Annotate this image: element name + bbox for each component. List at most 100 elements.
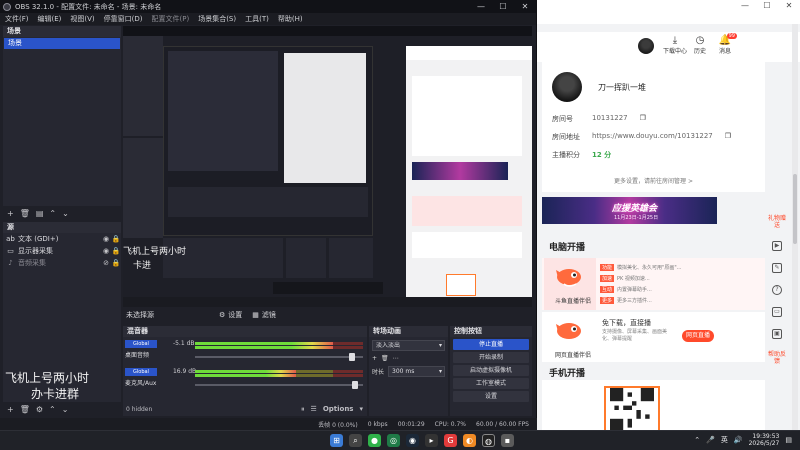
- help-icon[interactable]: ?: [772, 285, 782, 295]
- web-broadcast-button[interactable]: 网页直播: [682, 330, 714, 342]
- remove-transition-icon[interactable]: 🗑: [381, 355, 389, 362]
- add-source-icon[interactable]: +: [7, 405, 14, 414]
- play-icon[interactable]: ▶: [772, 241, 782, 251]
- volume-slider-knob[interactable]: [352, 381, 359, 389]
- chat-icon[interactable]: ▭: [772, 307, 782, 317]
- wechat-icon[interactable]: ●: [368, 434, 381, 447]
- obs-window-title: OBS 32.1.0 - 配置文件: 未命名 - 场景: 未命名: [15, 2, 162, 11]
- minimize-icon[interactable]: —: [470, 2, 492, 11]
- menu-edit[interactable]: 编辑(E): [38, 14, 62, 24]
- game-icon[interactable]: G: [444, 434, 457, 447]
- source-item-text[interactable]: ab 文本 (GDI+) ◉ 🔒: [3, 233, 121, 245]
- eye-icon[interactable]: ◉: [101, 235, 111, 243]
- web-app-title: 免下载，直接播: [602, 319, 651, 327]
- obs-taskbar-icon[interactable]: ◍: [482, 434, 495, 447]
- gift-promo[interactable]: 礼物赠送: [767, 215, 787, 229]
- steam-icon[interactable]: ◉: [406, 434, 419, 447]
- xbox-icon[interactable]: ◎: [387, 434, 400, 447]
- duration-input[interactable]: 300 ms: [388, 366, 445, 377]
- settings-button[interactable]: 设置: [453, 391, 529, 402]
- scene-item[interactable]: 场景: [4, 38, 120, 49]
- transition-select[interactable]: 淡入淡出: [372, 340, 445, 351]
- source-item-audio[interactable]: ♪ 音频采集 ⊘ 🔒: [3, 257, 121, 269]
- add-transition-icon[interactable]: +: [372, 355, 377, 362]
- nested-browser-2: [284, 53, 366, 183]
- remove-source-icon[interactable]: 🗑: [20, 405, 30, 414]
- pause-icon[interactable]: ⏸: [301, 405, 305, 414]
- properties-button[interactable]: ⚙ 设置: [219, 310, 242, 320]
- obs-menubar: 文件(F) 编辑(E) 视图(V) 停靠窗口(D) 配置文件(P) 场景集合(S…: [0, 13, 536, 25]
- studio-mode-button[interactable]: 工作室模式: [453, 378, 529, 389]
- close-icon[interactable]: ✕: [514, 2, 536, 11]
- volume-slider[interactable]: [195, 381, 363, 389]
- notification-center-icon[interactable]: ▤: [785, 436, 792, 444]
- maximize-icon[interactable]: ☐: [492, 2, 514, 11]
- stop-streaming-button[interactable]: 停止直播: [453, 339, 529, 350]
- browser-scrollbar[interactable]: [792, 24, 798, 430]
- menu-profile[interactable]: 配置文件(P): [152, 14, 190, 24]
- start-recording-button[interactable]: 开始录制: [453, 352, 529, 363]
- menu-file[interactable]: 文件(F): [5, 14, 29, 24]
- notifications[interactable]: 🔔 消息 99: [710, 33, 740, 55]
- volume-meter: [195, 346, 363, 349]
- streamer-name: 刀一挥趴一堆: [598, 82, 646, 92]
- move-up-icon[interactable]: ⌃: [49, 405, 56, 414]
- lock-icon[interactable]: 🔒: [111, 235, 121, 243]
- channel-db: -5.1 dB: [172, 340, 195, 347]
- filters-button[interactable]: ▦ 滤镜: [252, 310, 276, 320]
- copy-icon[interactable]: ❐: [725, 132, 731, 142]
- menu-scene-collection[interactable]: 场景集合(S): [198, 14, 236, 24]
- move-down-icon[interactable]: ⌄: [62, 405, 69, 414]
- source-item-display[interactable]: ▭ 显示器采集 ◉ 🔒: [3, 245, 121, 257]
- menu-view[interactable]: 视图(V): [70, 14, 94, 24]
- sliders-icon[interactable]: ☰: [311, 405, 317, 414]
- add-scene-icon[interactable]: +: [7, 209, 14, 218]
- desktop-app-card[interactable]: 斗鱼直播伴侣 功能 模拟美化、永久可用"原画"... 加速 PK 视频加速... 互…: [542, 258, 765, 310]
- volume-slider[interactable]: [195, 353, 363, 361]
- points-label: 主播积分: [552, 151, 580, 159]
- windows-start-icon[interactable]: ⊞: [330, 434, 343, 447]
- more-icon[interactable]: ⋯: [393, 355, 399, 362]
- lock-icon[interactable]: 🔒: [111, 247, 121, 255]
- move-down-icon[interactable]: ⌄: [62, 209, 69, 218]
- copy-icon[interactable]: ❐: [640, 114, 646, 124]
- input-language[interactable]: 英: [721, 435, 728, 445]
- maximize-icon[interactable]: ☐: [756, 0, 778, 12]
- menu-tools[interactable]: 工具(T): [245, 14, 269, 24]
- app-icon[interactable]: ▪: [501, 434, 514, 447]
- close-icon[interactable]: ✕: [778, 0, 800, 12]
- edit-icon[interactable]: ✎: [772, 263, 782, 273]
- chevron-down-icon[interactable]: ▾: [359, 405, 363, 414]
- lock-icon[interactable]: 🔒: [111, 259, 121, 267]
- remove-scene-icon[interactable]: 🗑: [20, 209, 30, 218]
- avatar[interactable]: [638, 38, 654, 54]
- preview-canvas[interactable]: 飞机上号两小时 卡进: [123, 26, 532, 297]
- source-settings-icon[interactable]: ⚙: [36, 405, 43, 414]
- monitor-icon[interactable]: ▣: [772, 329, 782, 339]
- pc-broadcast-title: 电脑开播: [549, 243, 586, 253]
- menu-help[interactable]: 帮助(H): [278, 14, 303, 24]
- speaker-icon[interactable]: 🔊: [734, 436, 743, 444]
- menu-docks[interactable]: 停靠窗口(D): [104, 14, 143, 24]
- clock[interactable]: 19:39:53 2026/5/27: [749, 433, 780, 447]
- start-virtual-camera-button[interactable]: 启动虚拟摄像机: [453, 365, 529, 376]
- scene-filter-icon[interactable]: ▤: [36, 209, 44, 218]
- terminal-icon[interactable]: ▸: [425, 434, 438, 447]
- scrollbar-thumb[interactable]: [793, 174, 797, 244]
- room-management-link[interactable]: 更多设置，请前往房间管理 >: [542, 176, 765, 185]
- room-address[interactable]: https://www.douyu.com/10131227: [592, 132, 713, 142]
- event-banner[interactable]: 应援英雄会 11月23日-1月25日: [542, 197, 717, 224]
- microphone-icon[interactable]: 🎤: [706, 436, 715, 444]
- search-icon[interactable]: ⌕: [349, 434, 362, 447]
- eye-off-icon[interactable]: ⊘: [101, 259, 111, 267]
- volume-slider-knob[interactable]: [348, 353, 355, 361]
- browser-icon[interactable]: ◐: [463, 434, 476, 447]
- move-up-icon[interactable]: ⌃: [49, 209, 56, 218]
- mixer-options-button[interactable]: Options: [323, 405, 354, 414]
- chevron-up-icon[interactable]: ⌃: [694, 436, 700, 444]
- help-feedback[interactable]: 帮助反馈: [767, 351, 787, 365]
- douyu-fish-logo: 斗鱼直播伴侣: [544, 258, 596, 310]
- minimize-icon[interactable]: —: [734, 0, 756, 12]
- eye-icon[interactable]: ◉: [101, 247, 111, 255]
- filter-icon: ▦: [252, 310, 259, 319]
